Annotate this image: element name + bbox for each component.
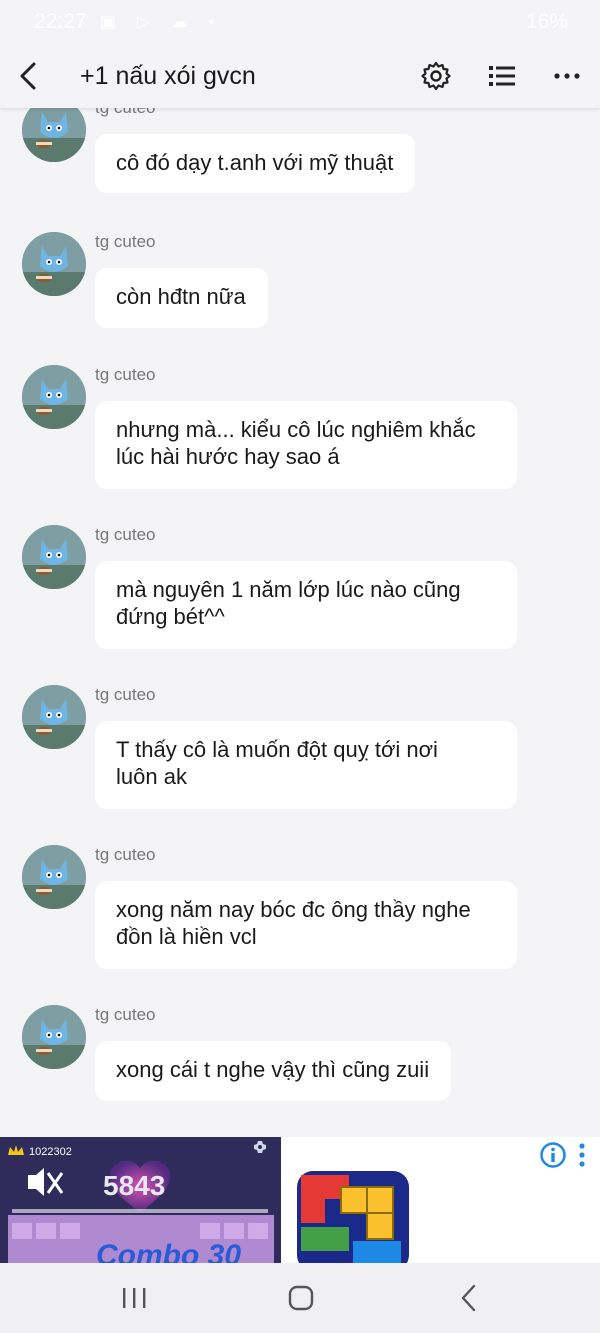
status-bar: 22:27 ▣ ▷ ☁ • 16% xyxy=(0,0,600,44)
home-icon[interactable] xyxy=(281,1283,321,1313)
system-nav-bar xyxy=(0,1263,600,1333)
message-bubble[interactable]: T thấy cô là muốn đột quỵ tới nơi luôn a… xyxy=(95,721,517,809)
game-score: 5843 xyxy=(103,1170,166,1201)
game-ad-preview[interactable]: 1022302 5843 Combo 30 xyxy=(0,1137,281,1263)
ad-content[interactable] xyxy=(281,1137,600,1263)
more-vertical-icon[interactable] xyxy=(577,1141,587,1169)
block-puzzle-app-icon xyxy=(297,1171,409,1263)
cat-avatar-icon xyxy=(22,232,86,296)
sender-name: tg cuteo xyxy=(95,108,156,118)
message-bubble[interactable]: còn hđtn nữa xyxy=(95,268,268,328)
battery-percent: 16% xyxy=(525,10,568,33)
avatar[interactable] xyxy=(22,108,86,162)
recent-apps-icon[interactable] xyxy=(114,1283,154,1313)
sender-name: tg cuteo xyxy=(95,845,156,864)
message-bubble[interactable]: nhưng mà... kiểu cô lúc nghiêm khắc lúc … xyxy=(95,401,517,489)
sender-name: tg cuteo xyxy=(95,685,156,704)
list-icon[interactable] xyxy=(486,60,518,92)
more-horizontal-icon[interactable] xyxy=(551,60,583,92)
message-bubble[interactable]: mà nguyên 1 năm lớp lúc nào cũng đứng bé… xyxy=(95,561,517,649)
sender-name: tg cuteo xyxy=(95,1005,156,1024)
avatar[interactable] xyxy=(22,685,86,749)
avatar[interactable] xyxy=(22,365,86,429)
avatar[interactable] xyxy=(22,845,86,909)
status-time: 22:27 xyxy=(34,10,87,33)
ad-banner[interactable]: 1022302 5843 Combo 30 xyxy=(0,1137,600,1263)
back-icon[interactable] xyxy=(450,1283,490,1313)
best-score: 1022302 xyxy=(29,1146,72,1158)
chat-title[interactable]: +1 nấu xói gvcn xyxy=(80,62,256,91)
message-bubble[interactable]: xong năm nay bóc đc ông thầy nghe đồn là… xyxy=(95,881,517,969)
info-icon[interactable] xyxy=(539,1141,567,1169)
notification-icons: ▣ ▷ ☁ • xyxy=(100,12,223,31)
chevron-left-icon[interactable] xyxy=(14,60,44,92)
cat-avatar-icon xyxy=(22,108,86,162)
cat-avatar-icon xyxy=(22,525,86,589)
chat-header: +1 nấu xói gvcn xyxy=(0,44,600,108)
sender-name: tg cuteo xyxy=(95,525,156,544)
cat-avatar-icon xyxy=(22,365,86,429)
cat-avatar-icon xyxy=(22,1005,86,1069)
sender-name: tg cuteo xyxy=(95,365,156,384)
cat-avatar-icon xyxy=(22,845,86,909)
message-bubble[interactable]: xong cái t nghe vậy thì cũng zuii xyxy=(95,1041,452,1101)
combo-text: Combo 30 xyxy=(96,1239,242,1263)
message-bubble[interactable]: cô đó dạy t.anh với mỹ thuật xyxy=(95,134,416,193)
gear-icon[interactable] xyxy=(420,60,452,92)
avatar[interactable] xyxy=(22,525,86,589)
cat-avatar-icon xyxy=(22,685,86,749)
avatar[interactable] xyxy=(22,1005,86,1069)
message-list[interactable]: tg cuteo cô đó dạy t.anh với mỹ thuật tg… xyxy=(0,108,600,1137)
sender-name: tg cuteo xyxy=(95,232,156,251)
avatar[interactable] xyxy=(22,232,86,296)
